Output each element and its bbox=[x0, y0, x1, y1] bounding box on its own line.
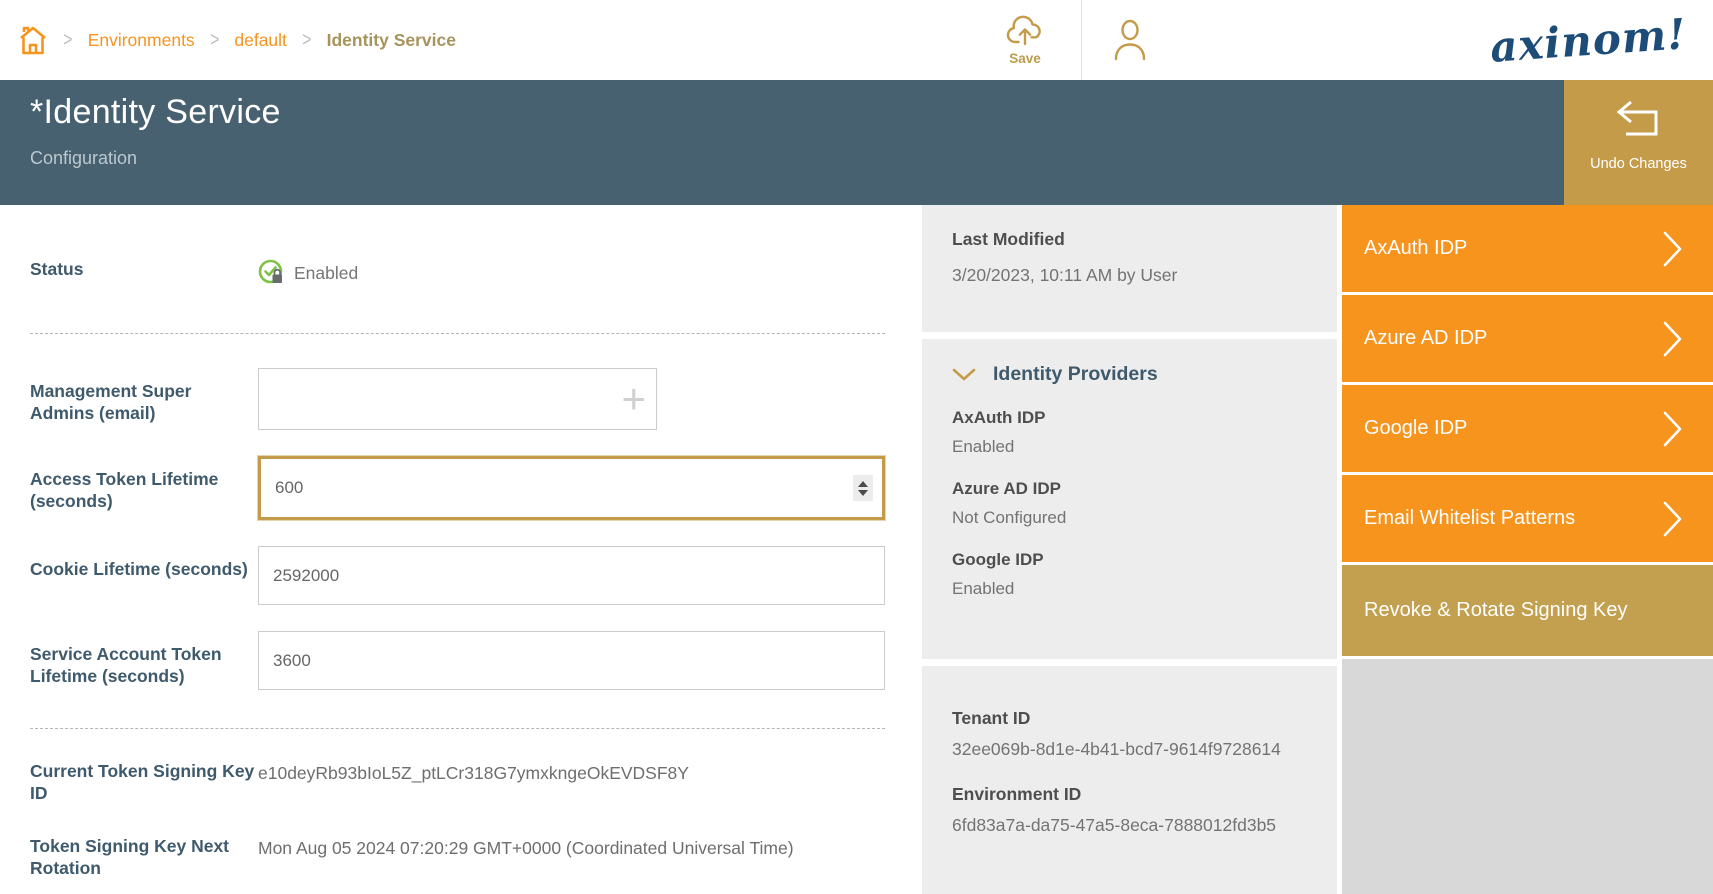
content-area: Status Enabled Management S bbox=[0, 205, 1713, 894]
chevron-right-icon bbox=[1662, 501, 1683, 537]
sidebar-filler bbox=[1342, 659, 1713, 894]
environment-id-value: 6fd83a7a-da75-47a5-8eca-7888012fd3b5 bbox=[952, 815, 1307, 836]
identity-providers-card: Identity Providers AxAuth IDP Enabled Az… bbox=[922, 339, 1337, 659]
provider-status: Not Configured bbox=[952, 508, 1307, 528]
tenant-id-label: Tenant ID bbox=[952, 708, 1307, 729]
sidebar-item-label: Revoke & Rotate Signing Key bbox=[1364, 599, 1628, 622]
ids-card: Tenant ID 32ee069b-8d1e-4b41-bcd7-9614f9… bbox=[922, 666, 1337, 894]
sidebar-item-axauth-idp[interactable]: AxAuth IDP bbox=[1342, 205, 1713, 292]
page-subtitle: Configuration bbox=[30, 148, 1713, 169]
stepper-up-icon[interactable] bbox=[858, 481, 868, 487]
management-super-admins-field[interactable]: + bbox=[258, 368, 657, 430]
user-icon bbox=[1112, 19, 1148, 61]
breadcrumb-separator: > bbox=[63, 29, 72, 52]
page-header: *Identity Service Configuration Undo Cha… bbox=[0, 80, 1713, 205]
provider-name: Azure AD IDP bbox=[952, 479, 1307, 499]
sidebar-item-label: Google IDP bbox=[1364, 417, 1467, 440]
provider-item: AxAuth IDP Enabled bbox=[952, 408, 1307, 457]
breadcrumb-default[interactable]: default bbox=[234, 30, 287, 51]
axinom-logo: axinom! bbox=[1489, 9, 1689, 72]
action-sidebar: AxAuth IDP Azure AD IDP Google IDP Email… bbox=[1342, 205, 1713, 894]
status-label: Status bbox=[30, 259, 258, 281]
logo-area: axinom! bbox=[1174, 0, 1713, 80]
page-title: *Identity Service bbox=[30, 80, 1713, 132]
tenant-id-value: 32ee069b-8d1e-4b41-bcd7-9614f9728614 bbox=[952, 739, 1307, 760]
top-bar: > Environments > default > Identity Serv… bbox=[0, 0, 1713, 80]
provider-status: Enabled bbox=[952, 579, 1307, 599]
breadcrumb-environments[interactable]: Environments bbox=[88, 30, 195, 51]
breadcrumb-separator: > bbox=[302, 29, 311, 52]
user-menu-button[interactable] bbox=[1082, 0, 1174, 80]
chevron-right-icon bbox=[1662, 231, 1683, 267]
identity-providers-section-toggle[interactable]: Identity Providers bbox=[952, 363, 1307, 386]
cookie-lifetime-row: Cookie Lifetime (seconds) bbox=[30, 546, 885, 605]
status-value: Enabled bbox=[294, 263, 358, 284]
last-modified-title: Last Modified bbox=[952, 229, 1307, 250]
topbar-spacer bbox=[456, 0, 969, 80]
last-modified-value: 3/20/2023, 10:11 AM by User bbox=[952, 265, 1307, 286]
service-account-token-lifetime-row: Service Account Token Lifetime (seconds) bbox=[30, 631, 885, 690]
configuration-form: Status Enabled Management S bbox=[0, 205, 922, 894]
add-email-button[interactable]: + bbox=[621, 378, 646, 420]
status-enabled-icon bbox=[258, 259, 286, 287]
chevron-right-icon bbox=[1662, 411, 1683, 447]
save-button[interactable]: Save bbox=[969, 0, 1081, 80]
service-account-token-lifetime-label: Service Account Token Lifetime (seconds) bbox=[30, 631, 258, 690]
sidebar-item-google-idp[interactable]: Google IDP bbox=[1342, 385, 1713, 472]
provider-name: Google IDP bbox=[952, 550, 1307, 570]
last-modified-card: Last Modified 3/20/2023, 10:11 AM by Use… bbox=[922, 205, 1337, 332]
cloud-upload-icon bbox=[1005, 15, 1045, 49]
chevron-right-icon bbox=[1662, 321, 1683, 357]
number-stepper[interactable] bbox=[853, 475, 873, 501]
undo-changes-label: Undo Changes bbox=[1590, 156, 1687, 172]
provider-item: Azure AD IDP Not Configured bbox=[952, 479, 1307, 528]
breadcrumb-separator: > bbox=[210, 29, 219, 52]
access-token-lifetime-row: Access Token Lifetime (seconds) bbox=[30, 456, 885, 520]
service-account-token-lifetime-input[interactable] bbox=[258, 631, 885, 690]
undo-arrow-icon bbox=[1616, 100, 1662, 138]
management-super-admins-row: Management Super Admins (email) + bbox=[30, 368, 885, 430]
undo-changes-button[interactable]: Undo Changes bbox=[1564, 80, 1713, 205]
access-token-lifetime-label: Access Token Lifetime (seconds) bbox=[30, 456, 258, 520]
home-icon[interactable] bbox=[18, 24, 48, 56]
chevron-down-icon bbox=[952, 368, 976, 382]
sidebar-item-label: Azure AD IDP bbox=[1364, 327, 1487, 350]
identity-providers-title: Identity Providers bbox=[993, 363, 1158, 386]
management-super-admins-label: Management Super Admins (email) bbox=[30, 368, 258, 430]
provider-item: Google IDP Enabled bbox=[952, 550, 1307, 599]
info-panel: Last Modified 3/20/2023, 10:11 AM by Use… bbox=[922, 205, 1337, 894]
section-divider bbox=[30, 333, 885, 334]
sidebar-item-revoke-rotate-signing-key[interactable]: Revoke & Rotate Signing Key bbox=[1342, 565, 1713, 656]
status-row: Status Enabled bbox=[30, 259, 885, 287]
save-button-label: Save bbox=[1009, 51, 1041, 66]
provider-status: Enabled bbox=[952, 437, 1307, 457]
section-divider bbox=[30, 728, 885, 729]
current-signing-key-row: Current Token Signing Key ID e10deyRb93b… bbox=[30, 761, 885, 804]
breadcrumb: > Environments > default > Identity Serv… bbox=[0, 0, 456, 80]
next-rotation-value: Mon Aug 05 2024 07:20:29 GMT+0000 (Coord… bbox=[258, 836, 885, 859]
stepper-down-icon[interactable] bbox=[858, 490, 868, 496]
current-signing-key-value: e10deyRb93bIoL5Z_ptLCr318G7ymxkngeOkEVDS… bbox=[258, 761, 885, 784]
sidebar-item-email-whitelist-patterns[interactable]: Email Whitelist Patterns bbox=[1342, 475, 1713, 562]
sidebar-item-label: Email Whitelist Patterns bbox=[1364, 507, 1575, 530]
provider-name: AxAuth IDP bbox=[952, 408, 1307, 428]
environment-id-label: Environment ID bbox=[952, 784, 1307, 805]
breadcrumb-current-page: Identity Service bbox=[327, 30, 456, 51]
next-rotation-label: Token Signing Key Next Rotation bbox=[30, 836, 258, 879]
current-signing-key-label: Current Token Signing Key ID bbox=[30, 761, 258, 804]
cookie-lifetime-label: Cookie Lifetime (seconds) bbox=[30, 546, 258, 605]
next-rotation-row: Token Signing Key Next Rotation Mon Aug … bbox=[30, 836, 885, 879]
sidebar-item-azure-ad-idp[interactable]: Azure AD IDP bbox=[1342, 295, 1713, 382]
sidebar-item-label: AxAuth IDP bbox=[1364, 237, 1467, 260]
cookie-lifetime-input[interactable] bbox=[258, 546, 885, 605]
access-token-lifetime-input[interactable] bbox=[258, 456, 885, 520]
